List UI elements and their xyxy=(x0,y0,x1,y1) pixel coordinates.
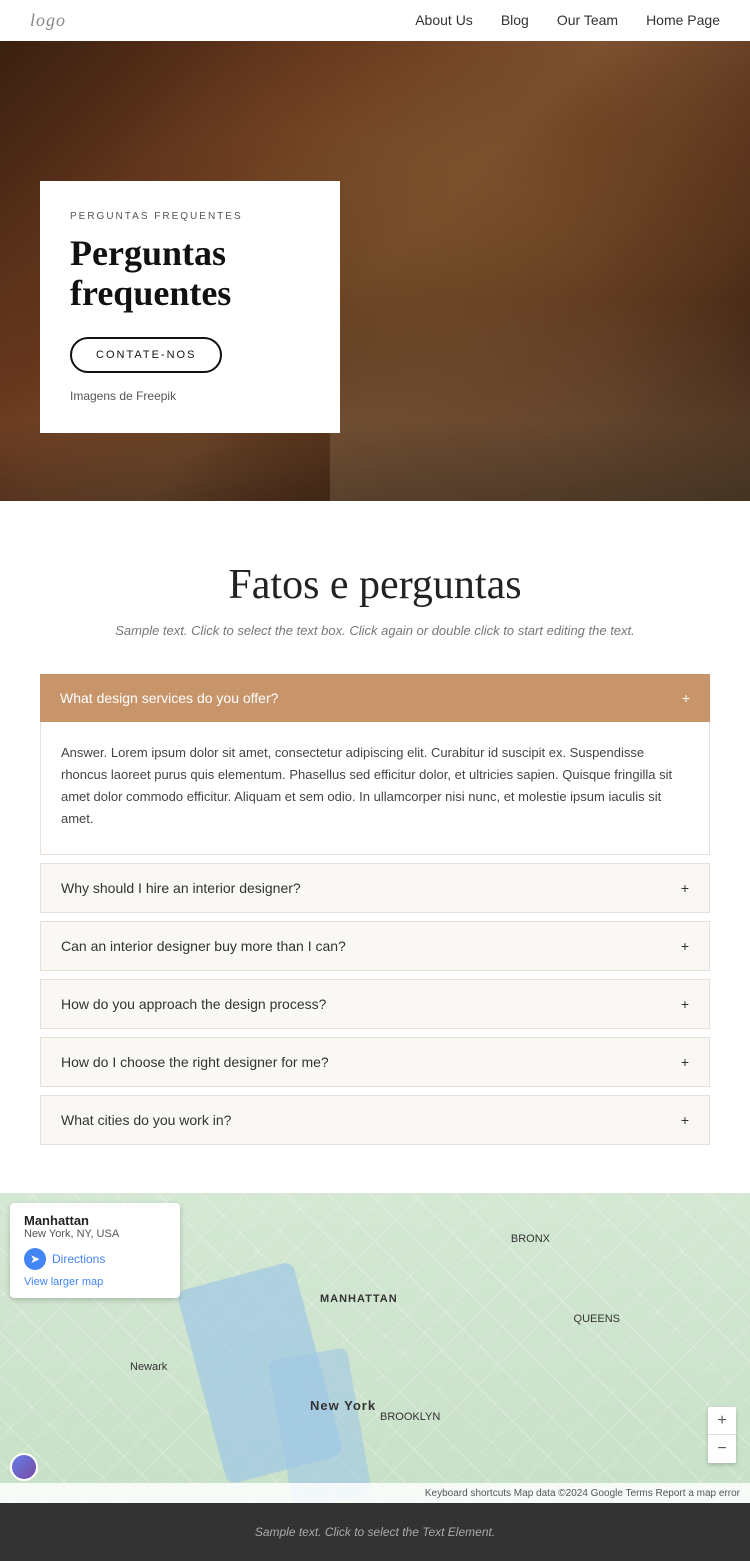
map-address: New York, NY, USA xyxy=(24,1228,166,1240)
faq-answer-text: Answer. Lorem ipsum dolor sit amet, cons… xyxy=(61,742,689,830)
faq-question-1: Why should I hire an interior designer? xyxy=(61,880,301,896)
map-zoom-in-button[interactable]: + xyxy=(708,1407,736,1435)
directions-label[interactable]: Directions xyxy=(52,1252,105,1266)
hero-card: PERGUNTAS FREQUENTES Perguntas frequente… xyxy=(40,181,340,433)
map-water-2 xyxy=(268,1348,373,1504)
faq-question-2: Can an interior designer buy more than I… xyxy=(61,938,346,954)
map-footer-bar: Keyboard shortcuts Map data ©2024 Google… xyxy=(0,1483,750,1503)
faq-plus-icon-3: + xyxy=(681,996,689,1012)
contact-button[interactable]: CONTATE-NOS xyxy=(70,337,222,373)
map-directions-row: ➤ Directions xyxy=(24,1248,166,1270)
faq-open-question: What design services do you offer? xyxy=(60,690,278,706)
map-queens-label: QUEENS xyxy=(574,1313,620,1325)
freepik-link[interactable]: Freepik xyxy=(136,389,176,403)
map-footer-text: Keyboard shortcuts Map data ©2024 Google… xyxy=(425,1488,740,1499)
faq-subtitle: Sample text. Click to select the text bo… xyxy=(40,623,710,638)
page-footer: Sample text. Click to select the Text El… xyxy=(0,1503,750,1561)
logo: logo xyxy=(30,10,66,31)
nav-about[interactable]: About Us xyxy=(415,12,473,28)
hero-title: Perguntas frequentes xyxy=(70,234,310,313)
faq-open-answer: Answer. Lorem ipsum dolor sit amet, cons… xyxy=(40,722,710,855)
faq-section: Fatos e perguntas Sample text. Click to … xyxy=(0,501,750,1193)
map-nyc-label: New York xyxy=(310,1398,376,1413)
map-manhattan-label: MANHATTAN xyxy=(320,1293,398,1305)
hero-credit: Imagens de Freepik xyxy=(70,389,310,403)
navbar: logo About Us Blog Our Team Home Page xyxy=(0,0,750,41)
faq-main-title: Fatos e perguntas xyxy=(40,561,710,609)
faq-question-3: How do you approach the design process? xyxy=(61,996,326,1012)
faq-item-4[interactable]: How do I choose the right designer for m… xyxy=(40,1037,710,1087)
directions-icon: ➤ xyxy=(24,1248,46,1270)
faq-plus-icon-5: + xyxy=(681,1112,689,1128)
faq-item-1[interactable]: Why should I hire an interior designer? … xyxy=(40,863,710,913)
hero-tag: PERGUNTAS FREQUENTES xyxy=(70,211,310,222)
nav-team[interactable]: Our Team xyxy=(557,12,618,28)
nav-blog[interactable]: Blog xyxy=(501,12,529,28)
faq-open-plus-icon: + xyxy=(682,690,690,706)
view-larger-map-link[interactable]: View larger map xyxy=(24,1276,166,1288)
faq-open-item[interactable]: What design services do you offer? + xyxy=(40,674,710,722)
faq-plus-icon-1: + xyxy=(681,880,689,896)
map-bronx-label: BRONX xyxy=(511,1233,550,1245)
map-info-box: Manhattan New York, NY, USA ➤ Directions… xyxy=(10,1203,180,1298)
map-location-title: Manhattan xyxy=(24,1213,166,1228)
faq-question-4: How do I choose the right designer for m… xyxy=(61,1054,329,1070)
faq-question-5: What cities do you work in? xyxy=(61,1112,231,1128)
faq-item-5[interactable]: What cities do you work in? + xyxy=(40,1095,710,1145)
faq-plus-icon-4: + xyxy=(681,1054,689,1070)
map-brooklyn-label: BROOKLYN xyxy=(380,1411,440,1423)
faq-plus-icon-2: + xyxy=(681,938,689,954)
faq-item-3[interactable]: How do you approach the design process? … xyxy=(40,979,710,1029)
nav-home[interactable]: Home Page xyxy=(646,12,720,28)
map-zoom-controls: + − xyxy=(708,1407,736,1463)
map-zoom-out-button[interactable]: − xyxy=(708,1435,736,1463)
faq-item-2[interactable]: Can an interior designer buy more than I… xyxy=(40,921,710,971)
footer-text: Sample text. Click to select the Text El… xyxy=(40,1525,710,1539)
map-newark-label: Newark xyxy=(130,1361,167,1373)
map-section: New York MANHATTAN BRONX BROOKLYN QUEENS… xyxy=(0,1193,750,1503)
nav-links: About Us Blog Our Team Home Page xyxy=(415,12,720,30)
hero-section: PERGUNTAS FREQUENTES Perguntas frequente… xyxy=(0,41,750,501)
